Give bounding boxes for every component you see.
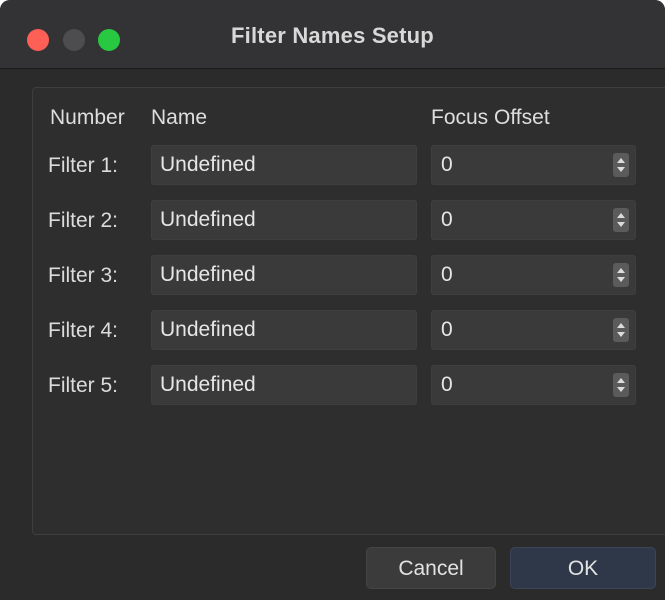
focus-offset-spinbox-4[interactable]: 0 [431, 310, 636, 350]
focus-offset-value-3: 0 [441, 263, 453, 286]
focus-offset-spinbox-3[interactable]: 0 [431, 255, 636, 295]
up-down-arrows-icon[interactable] [613, 318, 629, 342]
focus-offset-value-2: 0 [441, 208, 453, 231]
ok-button[interactable]: OK [510, 547, 656, 589]
focus-offset-value-4: 0 [441, 318, 453, 341]
filter-name-input-3[interactable]: Undefined [151, 255, 417, 295]
filter-label-3: Filter 3: [48, 264, 119, 287]
filter-label-2: Filter 2: [48, 209, 119, 232]
filter-label-4: Filter 4: [48, 319, 119, 342]
filter-names-setup-window: Filter Names Setup Number Name Focus Off… [0, 0, 665, 600]
header-focus-offset: Focus Offset [431, 106, 550, 129]
filter-label-5: Filter 5: [48, 374, 119, 397]
focus-offset-value-5: 0 [441, 373, 453, 396]
window-title: Filter Names Setup [231, 23, 434, 48]
focus-offset-value-1: 0 [441, 153, 453, 176]
filter-label-1: Filter 1: [48, 154, 119, 177]
filter-name-input-5[interactable]: Undefined [151, 365, 417, 405]
title-bar[interactable]: Filter Names Setup [0, 0, 665, 69]
focus-offset-spinbox-2[interactable]: 0 [431, 200, 636, 240]
header-name: Name [151, 106, 208, 129]
focus-offset-spinbox-5[interactable]: 0 [431, 365, 636, 405]
up-down-arrows-icon[interactable] [613, 153, 629, 177]
filter-name-input-1[interactable]: Undefined [151, 145, 417, 185]
up-down-arrows-icon[interactable] [613, 373, 629, 397]
header-number: Number [50, 106, 125, 129]
filter-name-input-2[interactable]: Undefined [151, 200, 417, 240]
up-down-arrows-icon[interactable] [613, 263, 629, 287]
cancel-button[interactable]: Cancel [366, 547, 496, 589]
up-down-arrows-icon[interactable] [613, 208, 629, 232]
focus-offset-spinbox-1[interactable]: 0 [431, 145, 636, 185]
filter-name-input-4[interactable]: Undefined [151, 310, 417, 350]
